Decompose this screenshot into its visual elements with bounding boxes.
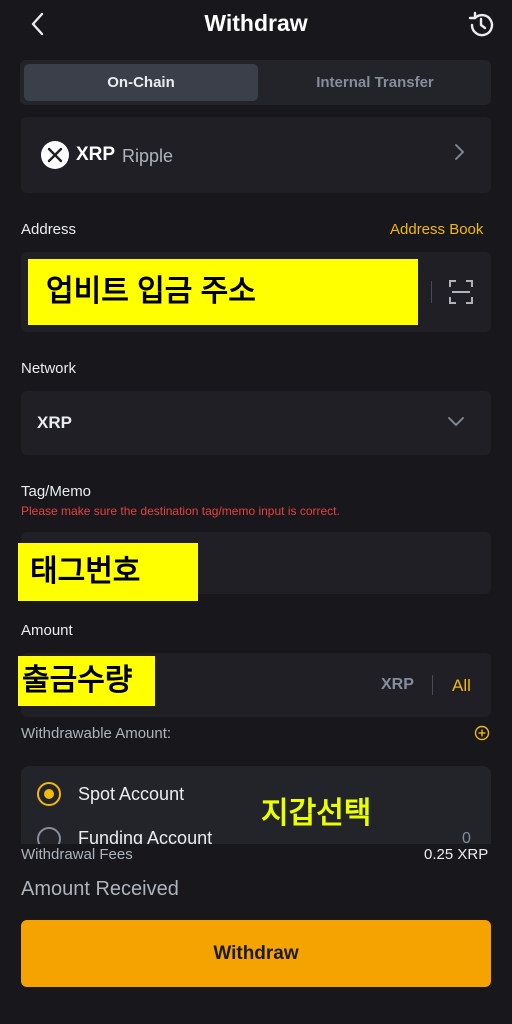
xrp-icon [41, 141, 69, 169]
history-icon[interactable] [466, 10, 496, 40]
tag-label: Tag/Memo [21, 483, 92, 500]
tag-input-value: 태그번호 [18, 543, 198, 601]
network-value: XRP [37, 413, 72, 432]
coin-selector[interactable]: XRP Ripple [21, 117, 491, 193]
radio-funding[interactable] [37, 827, 61, 844]
chevron-right-icon [453, 141, 467, 169]
amount-unit: XRP [381, 676, 414, 693]
amount-label: Amount [21, 622, 73, 639]
fees-label: Withdrawal Fees [21, 846, 133, 863]
network-select[interactable]: XRP [21, 391, 491, 455]
plus-circle-icon[interactable] [474, 725, 490, 741]
tab-bar: On-Chain Internal Transfer [20, 60, 491, 105]
funding-account-label[interactable]: Funding Account [78, 828, 212, 844]
all-button[interactable]: All [452, 676, 471, 696]
page-title: Withdraw [204, 10, 308, 36]
amount-input-value: 출금수량 [18, 656, 155, 706]
scan-icon[interactable] [447, 278, 475, 306]
divider [432, 675, 433, 695]
address-label: Address [21, 221, 77, 238]
wallet-annotation: 지갑선택 [261, 797, 372, 830]
funding-balance: 0 [462, 830, 471, 844]
divider [431, 281, 432, 303]
tab-internal-transfer[interactable]: Internal Transfer [258, 64, 492, 101]
address-field[interactable]: 업비트 입금 주소 [21, 252, 491, 332]
tab-on-chain[interactable]: On-Chain [24, 64, 258, 101]
coin-symbol: XRP [76, 144, 116, 165]
withdraw-button[interactable]: Withdraw [21, 920, 491, 987]
fees-value: 0.25 XRP [424, 846, 489, 863]
chevron-down-icon [446, 415, 466, 434]
amount-received-label: Amount Received [21, 878, 179, 900]
address-input-value: 업비트 입금 주소 [28, 259, 418, 325]
radio-spot[interactable] [37, 782, 61, 806]
withdrawable-label: Withdrawable Amount: [21, 725, 172, 742]
wallet-panel: Spot Account Funding Account 0 지갑선택 [21, 766, 491, 844]
spot-account-label[interactable]: Spot Account [78, 784, 184, 805]
tag-warning: Please make sure the destination tag/mem… [21, 504, 340, 518]
coin-name: Ripple [122, 146, 174, 166]
network-label: Network [21, 360, 77, 377]
address-book-link[interactable]: Address Book [390, 221, 483, 238]
